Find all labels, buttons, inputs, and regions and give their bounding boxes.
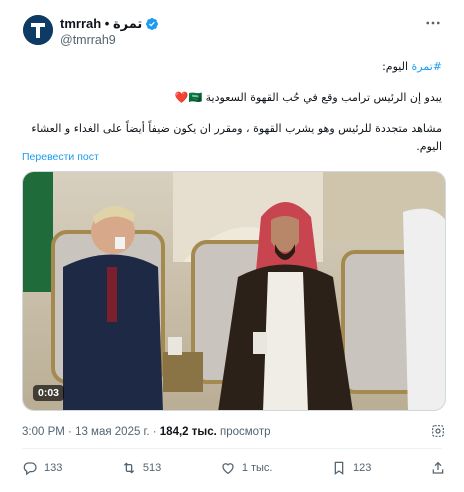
author-handle[interactable]: @tmrrah9 (60, 33, 116, 47)
reply-button[interactable]: 133 (22, 460, 62, 476)
grok-icon[interactable] (430, 423, 446, 439)
meta-separator: · (149, 426, 160, 438)
repost-button[interactable]: 513 (121, 460, 161, 476)
avatar[interactable] (23, 15, 53, 45)
divider (22, 448, 442, 449)
more-icon[interactable] (424, 14, 442, 32)
video-frame (23, 172, 445, 410)
tweet-line-1-text: اليوم: (382, 60, 409, 73)
like-count: 1 тыс. (241, 462, 273, 474)
action-bar: 133 513 1 тыс. 123 (22, 460, 446, 476)
translate-post-link[interactable]: Перевести пост (22, 151, 99, 163)
meta-separator: · (64, 426, 76, 438)
reply-icon (23, 462, 37, 476)
repost-icon (123, 462, 135, 474)
repost-count: 513 (142, 462, 162, 474)
like-button[interactable]: 1 тыс. (220, 460, 273, 476)
share-button[interactable] (430, 460, 446, 476)
reply-count: 133 (44, 462, 63, 474)
views-label: просмотр (216, 426, 271, 438)
heart-icon (222, 463, 234, 475)
tweet-text: #تمرة اليوم: يبدو إن الرئيس ترامب وقع في… (22, 58, 442, 156)
hashtag-link[interactable]: #تمرة (412, 60, 442, 73)
bookmark-icon (334, 461, 344, 475)
author-name-row[interactable]: tmrrah • تمرة (60, 16, 159, 32)
tweet-card: tmrrah • تمرة @tmrrah9 #تمرة اليوم: يبدو… (0, 0, 464, 492)
share-icon (432, 461, 444, 474)
avatar-t-logo-icon (23, 15, 53, 45)
tweet-line-2: يبدو إن الرئيس ترامب وقع في حُب القهوة ا… (174, 91, 442, 104)
video-duration: 0:03 (33, 385, 65, 401)
bookmark-count: 123 (353, 462, 372, 474)
views-count: 184,2 тыс. (159, 426, 217, 438)
verified-badge-icon (146, 18, 159, 30)
post-meta: 3:00 PM · 13 мая 2025 г. · 184,2 тыс. пр… (22, 426, 271, 438)
bookmark-button[interactable]: 123 (331, 460, 371, 476)
video-player[interactable]: 0:03 (22, 171, 446, 411)
tweet-line-1: #تمرة اليوم: (22, 58, 442, 76)
post-time[interactable]: 3:00 PM (22, 426, 65, 438)
author-display-name[interactable]: tmrrah • تمرة (60, 16, 142, 32)
post-date[interactable]: 13 мая 2025 г. (75, 426, 149, 438)
